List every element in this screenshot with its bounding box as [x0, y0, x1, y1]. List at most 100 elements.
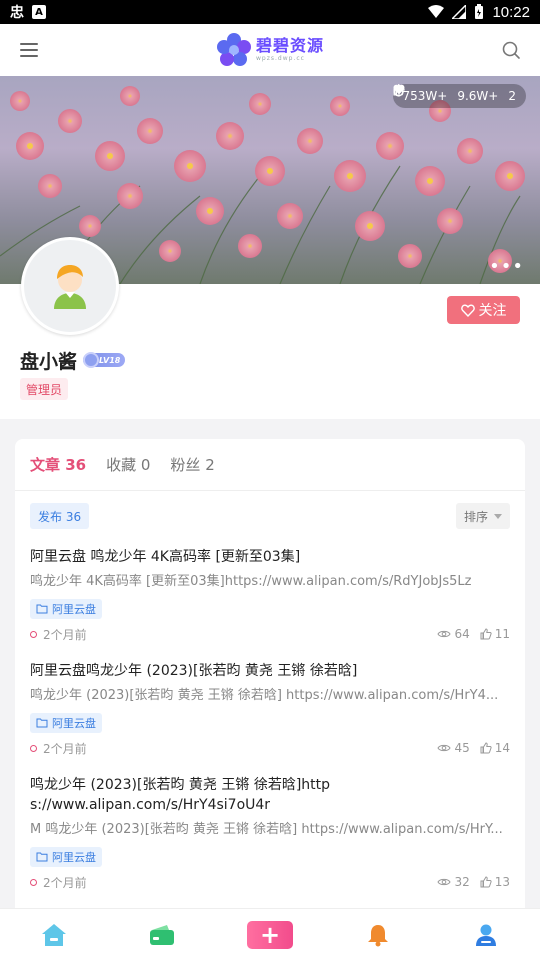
article-likes: 13 [480, 875, 510, 889]
article-excerpt: 鸣龙少年 4K高码率 [更新至03集]https://www.alipan.co… [30, 574, 472, 589]
follow-label[interactable]: 关注 [479, 300, 507, 320]
article-likes: 11 [480, 627, 510, 641]
tab-articles[interactable]: 文章 36 [30, 454, 86, 475]
flower-logo-icon [216, 33, 251, 66]
nav-wallet[interactable] [132, 915, 192, 955]
category-tag[interactable]: 阿里云盘 [30, 847, 102, 867]
eye-icon [437, 744, 452, 752]
username: 盘小酱 [20, 351, 78, 373]
heart-icon [393, 84, 404, 95]
app-logo[interactable]: 碧碧资源 wpzs.dwp.cc [216, 32, 324, 68]
eye-icon [437, 630, 452, 638]
folder-icon [36, 718, 48, 728]
time-dot-icon [30, 630, 37, 638]
folder-icon [36, 604, 48, 614]
search-icon[interactable] [498, 37, 524, 63]
hearts-stat: 2 [393, 84, 516, 103]
article-time: 2个月前 [43, 875, 87, 890]
article-excerpt: M 鸣龙少年 (2023)[张若昀 黄尧 王锵 徐若晗] https://www… [30, 822, 503, 837]
time-dot-icon [30, 878, 37, 886]
level-text: LV18 [99, 355, 121, 365]
time-dot-icon [30, 744, 37, 752]
thumbs-up-icon [480, 628, 492, 640]
article-view-count: 32 [454, 875, 470, 889]
eye-icon [437, 878, 452, 886]
article-title[interactable]: 阿里云盘鸣龙少年 (2023)[张若昀 黄尧 王锵 徐若晗] [30, 661, 510, 681]
heart-outline-icon [460, 303, 475, 317]
logo-text-wrap: 碧碧资源 wpzs.dwp.cc [256, 38, 324, 62]
wifi-icon [428, 5, 445, 18]
article-item[interactable]: 阿里云盘鸣龙少年 (2023)[张若昀 黄尧 王锵 徐若晗] 鸣龙少年 (202… [15, 661, 525, 757]
article-likes: 14 [480, 741, 510, 755]
article-time: 2个月前 [43, 627, 87, 642]
article-view-count: 64 [454, 627, 470, 641]
article-item[interactable]: 阿里云盘 鸣龙少年 4K高码率 [更新至03集] 鸣龙少年 4K高码率 [更新至… [15, 547, 525, 643]
status-left: 忠 A [10, 2, 46, 22]
caret-down-icon [494, 513, 502, 519]
thumbs-up-icon [480, 742, 492, 754]
article-views: 64 [437, 627, 470, 641]
tab-favorites[interactable]: 收藏 0 [106, 454, 150, 475]
font-app-icon: A [32, 5, 46, 19]
category-label: 阿里云盘 [52, 717, 96, 730]
category-label: 阿里云盘 [52, 851, 96, 864]
likes-count: 9.6W+ [457, 89, 499, 103]
article-like-count: 13 [494, 875, 510, 889]
article-view-count: 45 [454, 741, 470, 755]
nav-notifications[interactable] [348, 915, 408, 955]
content-card: 文章 36 收藏 0 粉丝 2 发布 36 排序 阿里云盘 鸣龙少年 4K高码率… [15, 439, 525, 919]
nav-home[interactable] [24, 915, 84, 955]
profile-tabs: 文章 36 收藏 0 粉丝 2 [15, 439, 525, 491]
article-title[interactable]: 阿里云盘 鸣龙少年 4K高码率 [更新至03集] [30, 547, 510, 567]
avatar[interactable] [21, 237, 119, 335]
article-time-wrap: 2个月前 [30, 740, 87, 757]
article-like-count: 11 [494, 627, 510, 641]
article-like-count: 14 [494, 741, 510, 755]
role-tag: 管理员 [20, 378, 69, 400]
category-label: 阿里云盘 [52, 603, 96, 616]
article-excerpt: 鸣龙少年 (2023)[张若昀 黄尧 王锵 徐若晗] https://www.a… [30, 688, 499, 703]
follow-button[interactable]: 关注 [447, 296, 520, 324]
logo-subtext: wpzs.dwp.cc [255, 55, 305, 62]
article-time-wrap: 2个月前 [30, 874, 87, 891]
article-time: 2个月前 [43, 741, 87, 756]
nav-profile[interactable] [456, 915, 516, 955]
category-tag[interactable]: 阿里云盘 [30, 713, 102, 733]
article-time-wrap: 2个月前 [30, 626, 87, 643]
battery-icon [475, 4, 484, 19]
bottom-nav: + [0, 908, 540, 960]
app-notification-icon: 忠 [10, 5, 24, 21]
sort-dropdown[interactable]: 排序 [455, 503, 510, 529]
logo-text: 碧碧资源 [255, 36, 324, 55]
menu-icon[interactable] [16, 37, 42, 63]
home-icon [42, 923, 66, 946]
article-title[interactable]: 鸣龙少年 (2023)[张若昀 黄尧 王锵 徐若晗]https://www.al… [30, 775, 330, 815]
category-tag[interactable]: 阿里云盘 [30, 599, 102, 619]
article-stats: 32 13 [437, 875, 510, 889]
signal-icon [452, 5, 467, 19]
wallet-icon [150, 924, 174, 945]
article-meta: 2个月前 64 11 [30, 625, 510, 643]
nav-create[interactable]: + [240, 915, 300, 955]
profile-stats-pill: 753W+ 9.6W+ 2 [392, 84, 526, 108]
default-avatar-icon [54, 265, 86, 309]
article-stats: 64 11 [437, 627, 510, 641]
publish-filter-chip[interactable]: 发布 36 [30, 503, 90, 529]
app-header: 碧碧资源 wpzs.dwp.cc [0, 24, 540, 76]
status-right: 10:22 [428, 4, 530, 21]
filter-row: 发布 36 排序 [15, 491, 525, 541]
thumbs-up-icon [480, 876, 492, 888]
likes-stat: 9.6W+ [393, 84, 499, 103]
views-count: 753W+ [402, 89, 448, 103]
status-bar: 忠 A 10:22 [0, 0, 540, 24]
more-options-icon[interactable]: ••• [489, 256, 524, 277]
status-time: 10:22 [492, 3, 530, 21]
article-stats: 45 14 [437, 741, 510, 755]
article-meta: 2个月前 32 13 [30, 873, 510, 891]
folder-icon [36, 852, 48, 862]
article-item[interactable]: 鸣龙少年 (2023)[张若昀 黄尧 王锵 徐若晗]https://www.al… [15, 775, 525, 891]
user-icon [476, 924, 496, 946]
hearts-count: 2 [508, 89, 516, 103]
article-views: 32 [437, 875, 470, 889]
tab-followers[interactable]: 粉丝 2 [170, 454, 214, 475]
